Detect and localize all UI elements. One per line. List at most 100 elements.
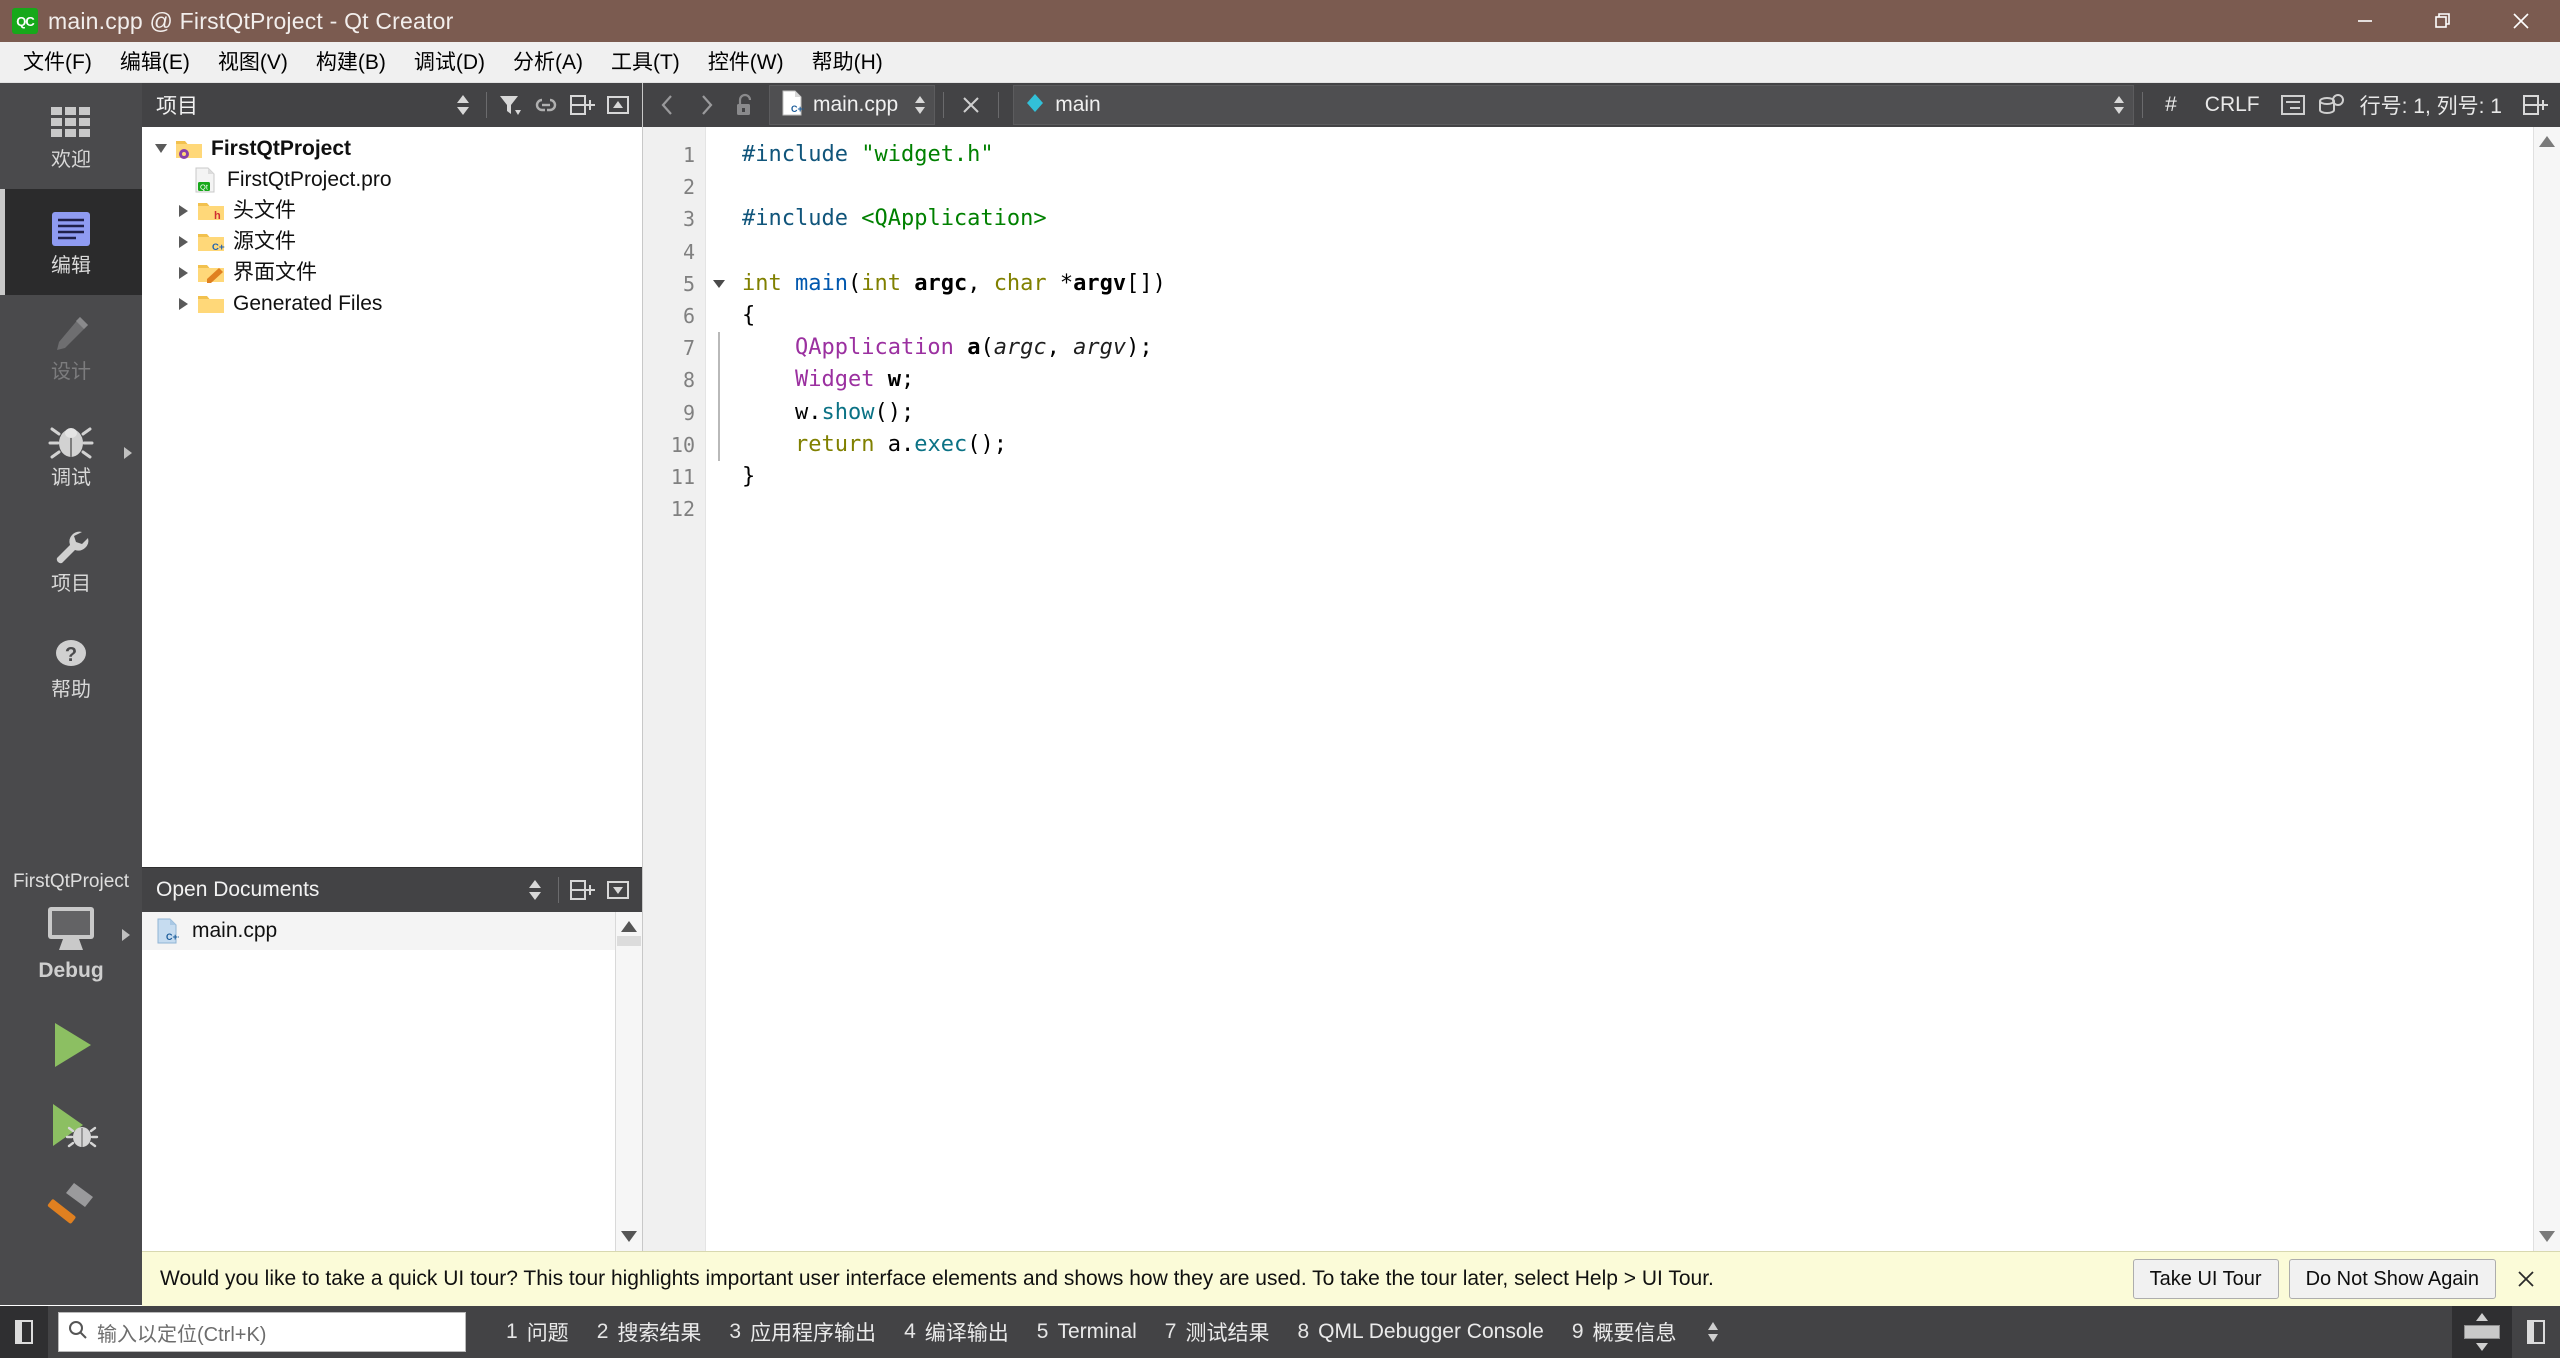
output-pane-overview[interactable]: 9 概要信息 xyxy=(1558,1311,1691,1353)
fold-toggle-icon[interactable] xyxy=(706,268,732,300)
divider xyxy=(998,92,1000,118)
fold-cell xyxy=(706,171,732,203)
sidebar-item-help[interactable]: ? 帮助 xyxy=(0,613,142,719)
open-documents-scrollbar[interactable] xyxy=(615,912,642,1251)
output-pane-test-results[interactable]: 7 测试结果 xyxy=(1151,1311,1284,1353)
split-add-icon[interactable] xyxy=(564,87,600,123)
chevron-down-icon[interactable] xyxy=(148,144,174,153)
unlock-icon[interactable] xyxy=(725,86,763,124)
link-icon[interactable] xyxy=(528,87,564,123)
updown-arrows-icon[interactable] xyxy=(445,87,481,123)
menu-debug[interactable]: 调试(D) xyxy=(401,48,498,77)
output-pane-issues[interactable]: 1 问题 xyxy=(492,1311,583,1353)
output-toggle-icon[interactable] xyxy=(2512,1306,2560,1358)
fold-cell xyxy=(706,139,732,171)
output-pane-compile-output[interactable]: 4 编译输出 xyxy=(890,1311,1023,1353)
sidebar-item-debug[interactable]: 调试 xyxy=(0,401,142,507)
tree-row-project[interactable]: FirstQtProject xyxy=(142,133,642,164)
chevron-right-icon[interactable] xyxy=(170,266,196,279)
editor-file-combo[interactable]: C++ main.cpp xyxy=(769,85,936,125)
menu-tools[interactable]: 工具(T) xyxy=(598,48,693,77)
forward-arrow-icon[interactable] xyxy=(687,86,725,124)
split-add-icon[interactable] xyxy=(564,872,600,908)
sidebar-item-welcome[interactable]: 欢迎 xyxy=(0,83,142,189)
editor-scrollbar[interactable] xyxy=(2533,127,2560,1251)
window-controls xyxy=(2326,0,2560,42)
updown-arrows-icon[interactable] xyxy=(1703,1319,1723,1345)
collapse-icon[interactable] xyxy=(600,87,636,123)
window-title: main.cpp @ FirstQtProject - Qt Creator xyxy=(48,7,454,34)
dropdown-icon[interactable] xyxy=(600,872,636,908)
sidebar-item-projects[interactable]: 项目 xyxy=(0,507,142,613)
open-documents-list[interactable]: C++ main.cpp xyxy=(142,912,642,1251)
tree-row-headers[interactable]: h 头文件 xyxy=(142,195,642,226)
code-token: ( xyxy=(980,335,994,361)
code-editor[interactable]: 1 2 3 4 5 6 7 8 9 10 11 12 #include "wid… xyxy=(643,127,2560,1251)
code-token: (); xyxy=(967,431,1007,457)
close-x-icon[interactable] xyxy=(2506,1259,2546,1299)
output-pane-qml-debugger-console[interactable]: 8 QML Debugger Console xyxy=(1283,1314,1557,1350)
tour-bar-row: Would you like to take a quick UI tour? … xyxy=(0,1251,2560,1306)
menu-widgets[interactable]: 控件(W) xyxy=(695,48,797,77)
hash-label[interactable]: # xyxy=(2165,93,2177,117)
sidebar-toggle-icon[interactable] xyxy=(0,1306,48,1358)
text-indent-icon[interactable] xyxy=(2274,86,2312,124)
filter-icon[interactable] xyxy=(492,87,528,123)
open-documents-header: Open Documents xyxy=(142,868,642,912)
scroll-up-icon[interactable] xyxy=(2539,136,2555,147)
editor-symbol-combo[interactable]: main xyxy=(1013,85,2135,125)
back-arrow-icon[interactable] xyxy=(649,86,687,124)
project-tree[interactable]: FirstQtProject Qt FirstQtProject.pro h 头… xyxy=(142,127,642,867)
updown-arrows-icon[interactable] xyxy=(910,92,930,118)
database-icon[interactable] xyxy=(2312,86,2350,124)
restore-icon[interactable] xyxy=(2404,0,2482,42)
run-button[interactable] xyxy=(0,1005,142,1085)
updown-arrows-icon[interactable] xyxy=(2109,92,2129,118)
folder-ui-icon xyxy=(196,261,226,285)
svg-text:h: h xyxy=(214,210,221,222)
scroll-down-icon[interactable] xyxy=(621,1231,637,1242)
line-ending-label[interactable]: CRLF xyxy=(2205,93,2260,117)
fold-bar[interactable] xyxy=(706,127,732,1251)
menu-view[interactable]: 视图(V) xyxy=(205,48,301,77)
split-add-icon[interactable] xyxy=(2516,86,2554,124)
code-line: int main(int argc, char *argv[]) xyxy=(732,268,2533,300)
do-not-show-again-button[interactable]: Do Not Show Again xyxy=(2288,1259,2496,1299)
scrollbar-thumb[interactable] xyxy=(617,936,641,946)
code-token: "widget.h" xyxy=(861,142,994,167)
tree-row-sources[interactable]: C++ 源文件 xyxy=(142,226,642,257)
menu-analyze[interactable]: 分析(A) xyxy=(500,48,596,77)
menu-file[interactable]: 文件(F) xyxy=(10,48,105,77)
build-button[interactable] xyxy=(0,1165,142,1245)
output-pane-search-results[interactable]: 2 搜索结果 xyxy=(583,1311,716,1353)
kit-selector[interactable]: Debug xyxy=(38,903,130,983)
debug-button[interactable] xyxy=(0,1085,142,1165)
output-pane-terminal[interactable]: 5 Terminal xyxy=(1023,1314,1151,1350)
tree-item-label: 界面文件 xyxy=(233,261,317,284)
tree-row-generated[interactable]: Generated Files xyxy=(142,288,642,319)
sidebar-item-edit[interactable]: 编辑 xyxy=(0,189,142,295)
menu-edit[interactable]: 编辑(E) xyxy=(107,48,203,77)
locator-input[interactable]: 输入以定位(Ctrl+K) xyxy=(58,1312,466,1352)
output-pane-application-output[interactable]: 3 应用程序输出 xyxy=(715,1311,890,1353)
progress-bar xyxy=(2464,1325,2500,1339)
tour-bar-spacer xyxy=(0,1251,142,1305)
updown-arrows-icon[interactable] xyxy=(517,872,553,908)
close-x-icon[interactable] xyxy=(952,86,990,124)
menu-help[interactable]: 帮助(H) xyxy=(799,48,896,77)
tree-row-pro-file[interactable]: Qt FirstQtProject.pro xyxy=(142,164,642,195)
chevron-right-icon[interactable] xyxy=(170,204,196,217)
close-icon[interactable] xyxy=(2482,0,2560,42)
hammer-icon xyxy=(47,1183,93,1224)
code-text-area[interactable]: #include "widget.h" #include <QApplicati… xyxy=(732,127,2533,1251)
take-ui-tour-button[interactable]: Take UI Tour xyxy=(2132,1259,2279,1299)
sidebar-item-design[interactable]: 设计 xyxy=(0,295,142,401)
tree-row-forms[interactable]: 界面文件 xyxy=(142,257,642,288)
list-item[interactable]: C++ main.cpp xyxy=(142,912,615,950)
minimize-icon[interactable] xyxy=(2326,0,2404,42)
scroll-up-icon[interactable] xyxy=(621,921,637,932)
chevron-right-icon[interactable] xyxy=(170,297,196,310)
menu-build[interactable]: 构建(B) xyxy=(303,48,399,77)
scroll-down-icon[interactable] xyxy=(2539,1231,2555,1242)
chevron-right-icon[interactable] xyxy=(170,235,196,248)
